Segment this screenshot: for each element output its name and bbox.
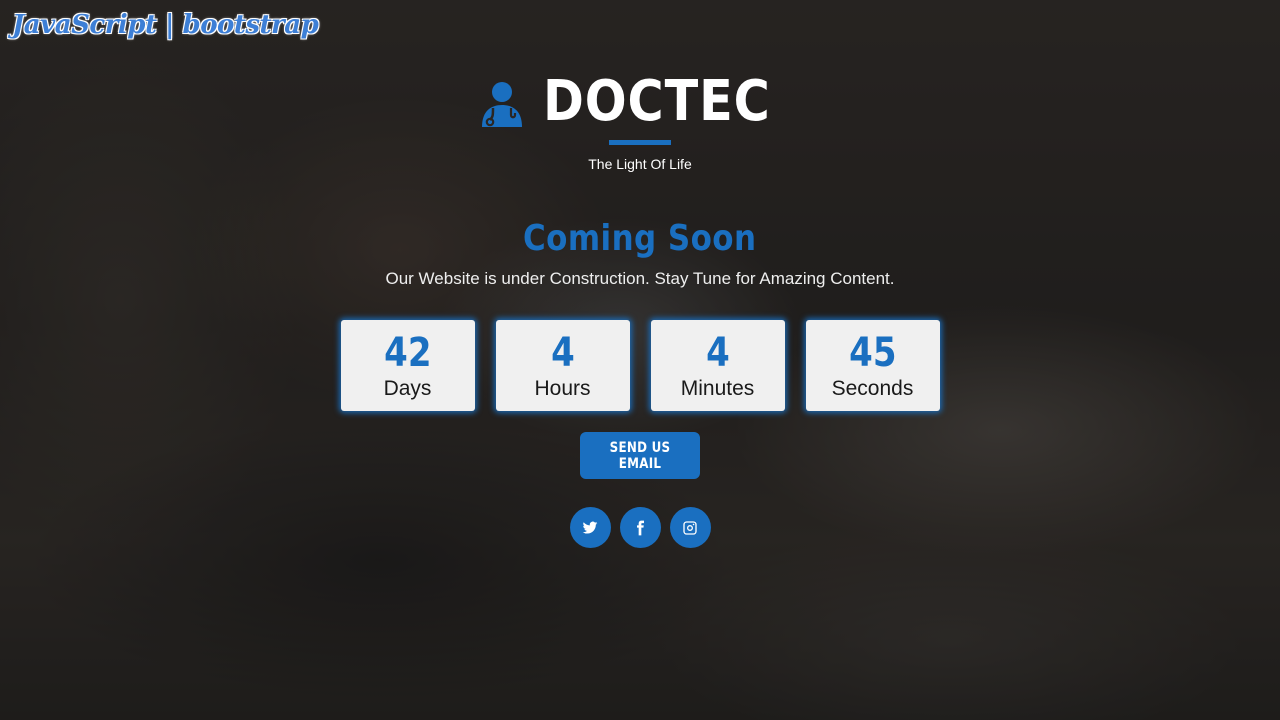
coming-soon-panel: DOCTEC The Light Of Life Coming Soon Our… — [0, 0, 1280, 548]
brand-name: DOCTEC — [542, 69, 771, 134]
instagram-link[interactable] — [669, 507, 711, 548]
instagram-icon — [683, 520, 697, 535]
hours-label: Hours — [534, 377, 591, 400]
minutes-label: Minutes — [680, 377, 755, 400]
twitter-icon — [582, 521, 598, 534]
twitter-link[interactable] — [569, 507, 611, 548]
send-email-label: SEND US EMAIL — [609, 439, 671, 472]
days-value: 42 — [383, 330, 432, 376]
hours-value: 4 — [550, 330, 575, 376]
facebook-link[interactable] — [619, 507, 661, 548]
brand: DOCTEC — [479, 72, 802, 132]
facebook-icon — [637, 520, 644, 535]
countdown-seconds: 45 Seconds — [805, 320, 940, 411]
tagline: The Light Of Life — [588, 156, 692, 172]
headline: Coming Soon — [523, 218, 757, 259]
send-email-button[interactable]: SEND US EMAIL — [580, 432, 700, 479]
doctor-icon — [481, 82, 522, 127]
subline: Our Website is under Construction. Stay … — [385, 269, 895, 288]
countdown-minutes: 4 Minutes — [650, 320, 785, 411]
countdown-hours: 4 Hours — [495, 320, 630, 411]
countdown-days: 42 Days — [340, 320, 475, 411]
days-label: Days — [383, 377, 432, 400]
social-links — [569, 507, 711, 548]
brand-underline — [609, 140, 671, 145]
seconds-value: 45 — [848, 330, 897, 376]
minutes-value: 4 — [705, 330, 730, 376]
seconds-label: Seconds — [831, 377, 914, 400]
countdown: 42 Days 4 Hours 4 Minutes 45 Seconds — [340, 320, 940, 411]
